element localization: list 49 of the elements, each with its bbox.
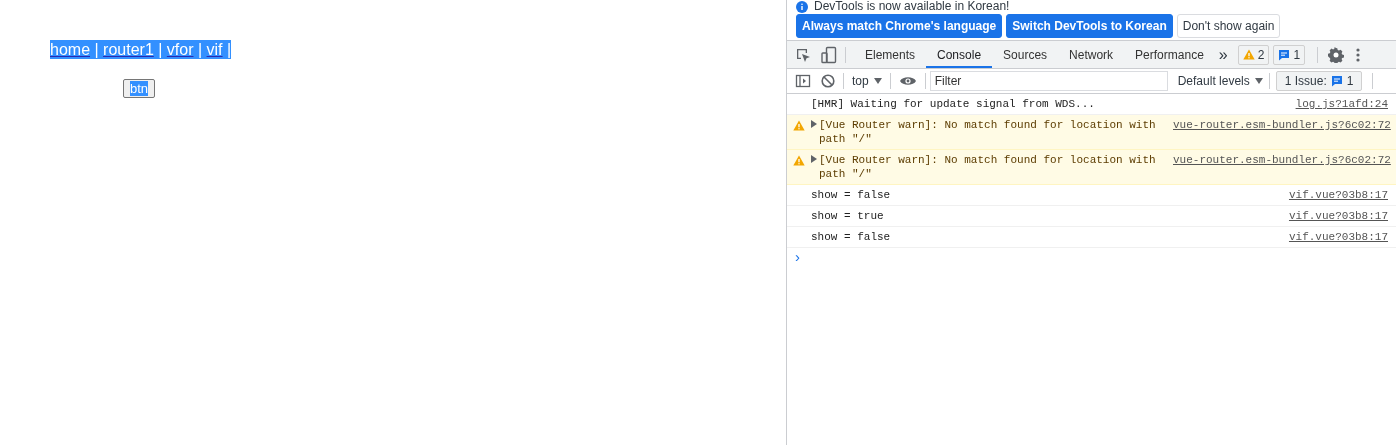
- warnings-badge[interactable]: 2: [1237, 44, 1270, 65]
- message-icon: [1278, 48, 1291, 61]
- separator-text: |: [93, 40, 100, 59]
- expand-triangle-icon[interactable]: [811, 155, 817, 163]
- caret-icon: [873, 78, 882, 84]
- banner-button[interactable]: Don't show again: [1176, 14, 1281, 38]
- devtools-tab[interactable]: Console: [926, 41, 993, 68]
- banner-text: DevTools is now available in Korean!: [814, 0, 1010, 13]
- eye-icon[interactable]: [898, 75, 917, 87]
- more-icon[interactable]: [1356, 46, 1361, 63]
- console-prompt[interactable]: ›: [787, 248, 1396, 266]
- devtools-tab[interactable]: Sources: [992, 41, 1059, 68]
- separator-text: |: [226, 40, 232, 59]
- console-message: [Vue Router warn]: No match found for location with path "/": [819, 153, 1157, 181]
- warning-icon: [1242, 49, 1255, 60]
- separator-text: |: [196, 40, 204, 59]
- inspect-icon[interactable]: [795, 46, 811, 63]
- console-message: show = false: [811, 188, 891, 202]
- source-link[interactable]: vif.vue?03b8:17: [1280, 188, 1388, 202]
- warning-icon: [793, 120, 805, 131]
- issues-button[interactable]: 1 Issue: 1: [1275, 71, 1363, 91]
- console-message: show = false: [811, 230, 891, 244]
- devtools-tab[interactable]: Network: [1058, 41, 1125, 68]
- banner-button[interactable]: Always match Chrome's language: [796, 14, 1003, 38]
- settings-icon[interactable]: [1328, 46, 1345, 63]
- sidebar-icon[interactable]: [795, 73, 811, 89]
- levels-dropdown[interactable]: Default levels: [1177, 74, 1263, 88]
- console-message: show = true: [811, 209, 884, 223]
- more-tabs-button[interactable]: »: [1218, 45, 1228, 64]
- caret-icon: [1254, 78, 1263, 84]
- console-message: [HMR] Waiting for update signal from WDS...: [811, 97, 1095, 111]
- clear-console-icon[interactable]: [821, 74, 835, 88]
- warning-icon: [793, 155, 805, 166]
- context-dropdown[interactable]: top: [852, 74, 882, 88]
- source-link[interactable]: vue-router.esm-bundler.js?6c02:72: [1165, 118, 1391, 132]
- separator-text: |: [157, 40, 164, 59]
- message-icon: [1330, 75, 1343, 87]
- expand-triangle-icon[interactable]: [811, 120, 817, 128]
- devtools-tab[interactable]: Elements: [854, 41, 927, 68]
- source-link[interactable]: vue-router.esm-bundler.js?6c02:72: [1165, 153, 1391, 167]
- device-toolbar-icon[interactable]: [821, 45, 837, 64]
- messages-badge[interactable]: 1: [1273, 44, 1306, 65]
- banner-button[interactable]: Switch DevTools to Korean: [1006, 14, 1173, 38]
- devtools-tab[interactable]: Performance: [1124, 41, 1215, 68]
- source-link[interactable]: vif.vue?03b8:17: [1280, 230, 1388, 244]
- filter-field[interactable]: Filter: [929, 71, 1168, 91]
- source-link[interactable]: log.js?1afd:24: [1287, 97, 1388, 111]
- source-link[interactable]: vif.vue?03b8:17: [1280, 209, 1388, 223]
- console-message: [Vue Router warn]: No match found for location with path "/": [819, 118, 1157, 146]
